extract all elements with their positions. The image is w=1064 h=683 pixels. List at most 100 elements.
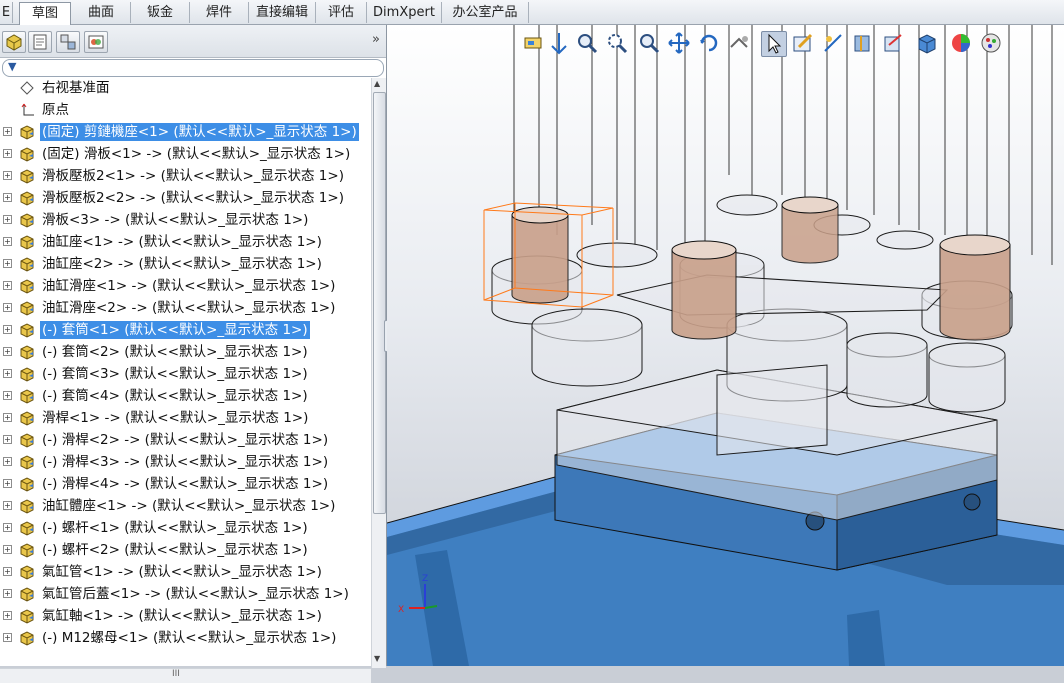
graphics-area[interactable]: Z X: [387, 25, 1064, 666]
expand-toggle[interactable]: +: [3, 413, 12, 422]
plane-icon: [18, 79, 36, 97]
tree-item-label: (-) 套筒<2> (默认<<默认>_显示状态 1>): [42, 344, 308, 360]
part-icon: [18, 211, 36, 229]
tree-item-label: 油缸滑座<1> -> (默认<<默认>_显示状态 1>): [42, 278, 336, 294]
tree-item[interactable]: + 滑板壓板2<2> -> (默认<<默认>_显示状态 1>): [0, 188, 371, 208]
expand-toggle[interactable]: +: [3, 303, 12, 312]
expand-toggle[interactable]: +: [3, 391, 12, 400]
tree-item[interactable]: + 氣缸管<1> -> (默认<<默认>_显示状态 1>): [0, 562, 371, 582]
tree-item-label: (-) M12螺母<1> (默认<<默认>_显示状态 1>): [42, 630, 337, 646]
section-view-button[interactable]: [851, 31, 875, 55]
tree-item[interactable]: + 油缸滑座<2> -> (默认<<默认>_显示状态 1>): [0, 298, 371, 318]
vertical-scrollbar[interactable]: ▲ ▼: [371, 78, 386, 668]
tree-item[interactable]: + 油缸座<2> -> (默认<<默认>_显示状态 1>): [0, 254, 371, 274]
zoom-in-out-button[interactable]: [575, 31, 599, 55]
expand-toggle[interactable]: +: [3, 633, 12, 642]
sketch-button[interactable]: [791, 31, 815, 55]
tree-item[interactable]: + 滑板壓板2<1> -> (默认<<默认>_显示状态 1>): [0, 166, 371, 186]
tree-item[interactable]: + 氣缸管后蓋<1> -> (默认<<默认>_显示状态 1>): [0, 584, 371, 604]
tree-item[interactable]: + 油缸座<1> -> (默认<<默认>_显示状态 1>): [0, 232, 371, 252]
scroll-thumb[interactable]: [373, 92, 386, 514]
select-button[interactable]: [761, 31, 787, 57]
expand-toggle[interactable]: +: [3, 127, 12, 136]
tree-item[interactable]: 原点: [0, 100, 371, 120]
tab-sketch[interactable]: 草图: [19, 2, 71, 25]
tab-sheet-metal[interactable]: 钣金: [131, 2, 190, 23]
tree-item[interactable]: + (-) 滑桿<4> -> (默认<<默认>_显示状态 1>): [0, 474, 371, 494]
roll-view-button[interactable]: [727, 31, 751, 55]
tree-item[interactable]: + 油缸體座<1> -> (默认<<默认>_显示状态 1>): [0, 496, 371, 516]
expand-toggle[interactable]: +: [3, 281, 12, 290]
display-manager-tab[interactable]: [84, 31, 108, 53]
tree-item[interactable]: + 滑板<3> -> (默认<<默认>_显示状态 1>): [0, 210, 371, 230]
appearance-button[interactable]: [949, 31, 973, 55]
tree-item[interactable]: 右视基准面: [0, 78, 371, 98]
scene-button[interactable]: [979, 31, 1003, 55]
model-view[interactable]: [387, 25, 1064, 666]
expand-toggle[interactable]: +: [3, 149, 12, 158]
horizontal-scrollbar[interactable]: III: [0, 668, 371, 683]
tree-item[interactable]: + (固定) 滑板<1> -> (默认<<默认>_显示状态 1>): [0, 144, 371, 164]
configuration-manager-tab[interactable]: [56, 31, 80, 53]
tree-item[interactable]: + (-) 滑桿<2> -> (默认<<默认>_显示状态 1>): [0, 430, 371, 450]
tree-item[interactable]: + (-) M12螺母<1> (默认<<默认>_显示状态 1>): [0, 628, 371, 648]
tab-office-products[interactable]: 办公室产品: [442, 2, 529, 23]
tree-item[interactable]: + 氣缸軸<1> -> (默认<<默认>_显示状态 1>): [0, 606, 371, 626]
tab-dimxpert[interactable]: DimXpert: [367, 2, 442, 23]
expand-toggle[interactable]: +: [3, 237, 12, 246]
zoom-to-area-button[interactable]: [547, 31, 571, 55]
expand-toggle[interactable]: +: [3, 259, 12, 268]
pan-button[interactable]: [667, 31, 691, 55]
expand-toggle[interactable]: +: [3, 369, 12, 378]
tree-item[interactable]: + (-) 套筒<4> (默认<<默认>_显示状态 1>): [0, 386, 371, 406]
smart-dimension-button[interactable]: [821, 31, 845, 55]
tree-item[interactable]: + (固定) 剪鏈機座<1> (默认<<默认>_显示状态 1>): [0, 122, 371, 142]
tree-item[interactable]: + 滑桿<1> -> (默认<<默认>_显示状态 1>): [0, 408, 371, 428]
expand-toggle[interactable]: +: [3, 501, 12, 510]
expand-toggle[interactable]: +: [3, 611, 12, 620]
rotate-button[interactable]: [697, 31, 721, 55]
tree-item[interactable]: + (-) 螺杆<1> (默认<<默认>_显示状态 1>): [0, 518, 371, 538]
expand-toggle[interactable]: +: [3, 435, 12, 444]
tree-item[interactable]: + (-) 滑桿<3> -> (默认<<默认>_显示状态 1>): [0, 452, 371, 472]
zoom-to-selection-button[interactable]: [605, 31, 629, 55]
configuration-manager-icon: [60, 34, 76, 50]
part-icon: [18, 343, 36, 361]
part-icon: [18, 453, 36, 471]
expand-toggle[interactable]: +: [3, 215, 12, 224]
tree-item[interactable]: + (-) 螺杆<2> (默认<<默认>_显示状态 1>): [0, 540, 371, 560]
tree-item[interactable]: + (-) 套筒<1> (默认<<默认>_显示状态 1>): [0, 320, 371, 340]
scroll-up-arrow[interactable]: ▲: [374, 79, 380, 88]
expand-toggle[interactable]: +: [3, 479, 12, 488]
more-tabs-button[interactable]: »: [372, 32, 380, 47]
expand-toggle[interactable]: +: [3, 193, 12, 202]
expand-toggle[interactable]: +: [3, 325, 12, 334]
tab-weldments[interactable]: 焊件: [190, 2, 249, 23]
tree-item[interactable]: + (-) 套筒<3> (默认<<默认>_显示状态 1>): [0, 364, 371, 384]
expand-toggle[interactable]: +: [3, 589, 12, 598]
tab-surfaces[interactable]: 曲面: [72, 2, 131, 23]
previous-view-button[interactable]: [637, 31, 661, 55]
view-orientation-button[interactable]: [881, 31, 905, 55]
feature-tree-tab[interactable]: [2, 31, 26, 53]
tree-item-label: (-) 滑桿<2> -> (默认<<默认>_显示状态 1>): [42, 432, 329, 448]
expand-toggle[interactable]: +: [3, 545, 12, 554]
tree-item[interactable]: + (-) 套筒<2> (默认<<默认>_显示状态 1>): [0, 342, 371, 362]
zoom-to-fit-button[interactable]: [521, 31, 545, 55]
feature-filter-input[interactable]: ▼: [2, 59, 384, 77]
tree-item[interactable]: + 油缸滑座<1> -> (默认<<默认>_显示状态 1>): [0, 276, 371, 296]
display-style-button[interactable]: [915, 31, 939, 55]
expand-toggle[interactable]: +: [3, 457, 12, 466]
expand-toggle[interactable]: +: [3, 171, 12, 180]
property-manager-tab[interactable]: [28, 31, 52, 53]
tab-direct-editing[interactable]: 直接编辑: [249, 2, 316, 23]
zoom-to-fit-icon: [524, 37, 542, 49]
tab-previous[interactable]: E: [0, 2, 13, 23]
expand-toggle[interactable]: +: [3, 567, 12, 576]
scroll-down-arrow[interactable]: ▼: [374, 654, 380, 663]
zoom-to-selection-icon: [608, 34, 628, 54]
tab-evaluate[interactable]: 评估: [316, 2, 367, 23]
part-icon: [18, 629, 36, 647]
expand-toggle[interactable]: +: [3, 347, 12, 356]
expand-toggle[interactable]: +: [3, 523, 12, 532]
